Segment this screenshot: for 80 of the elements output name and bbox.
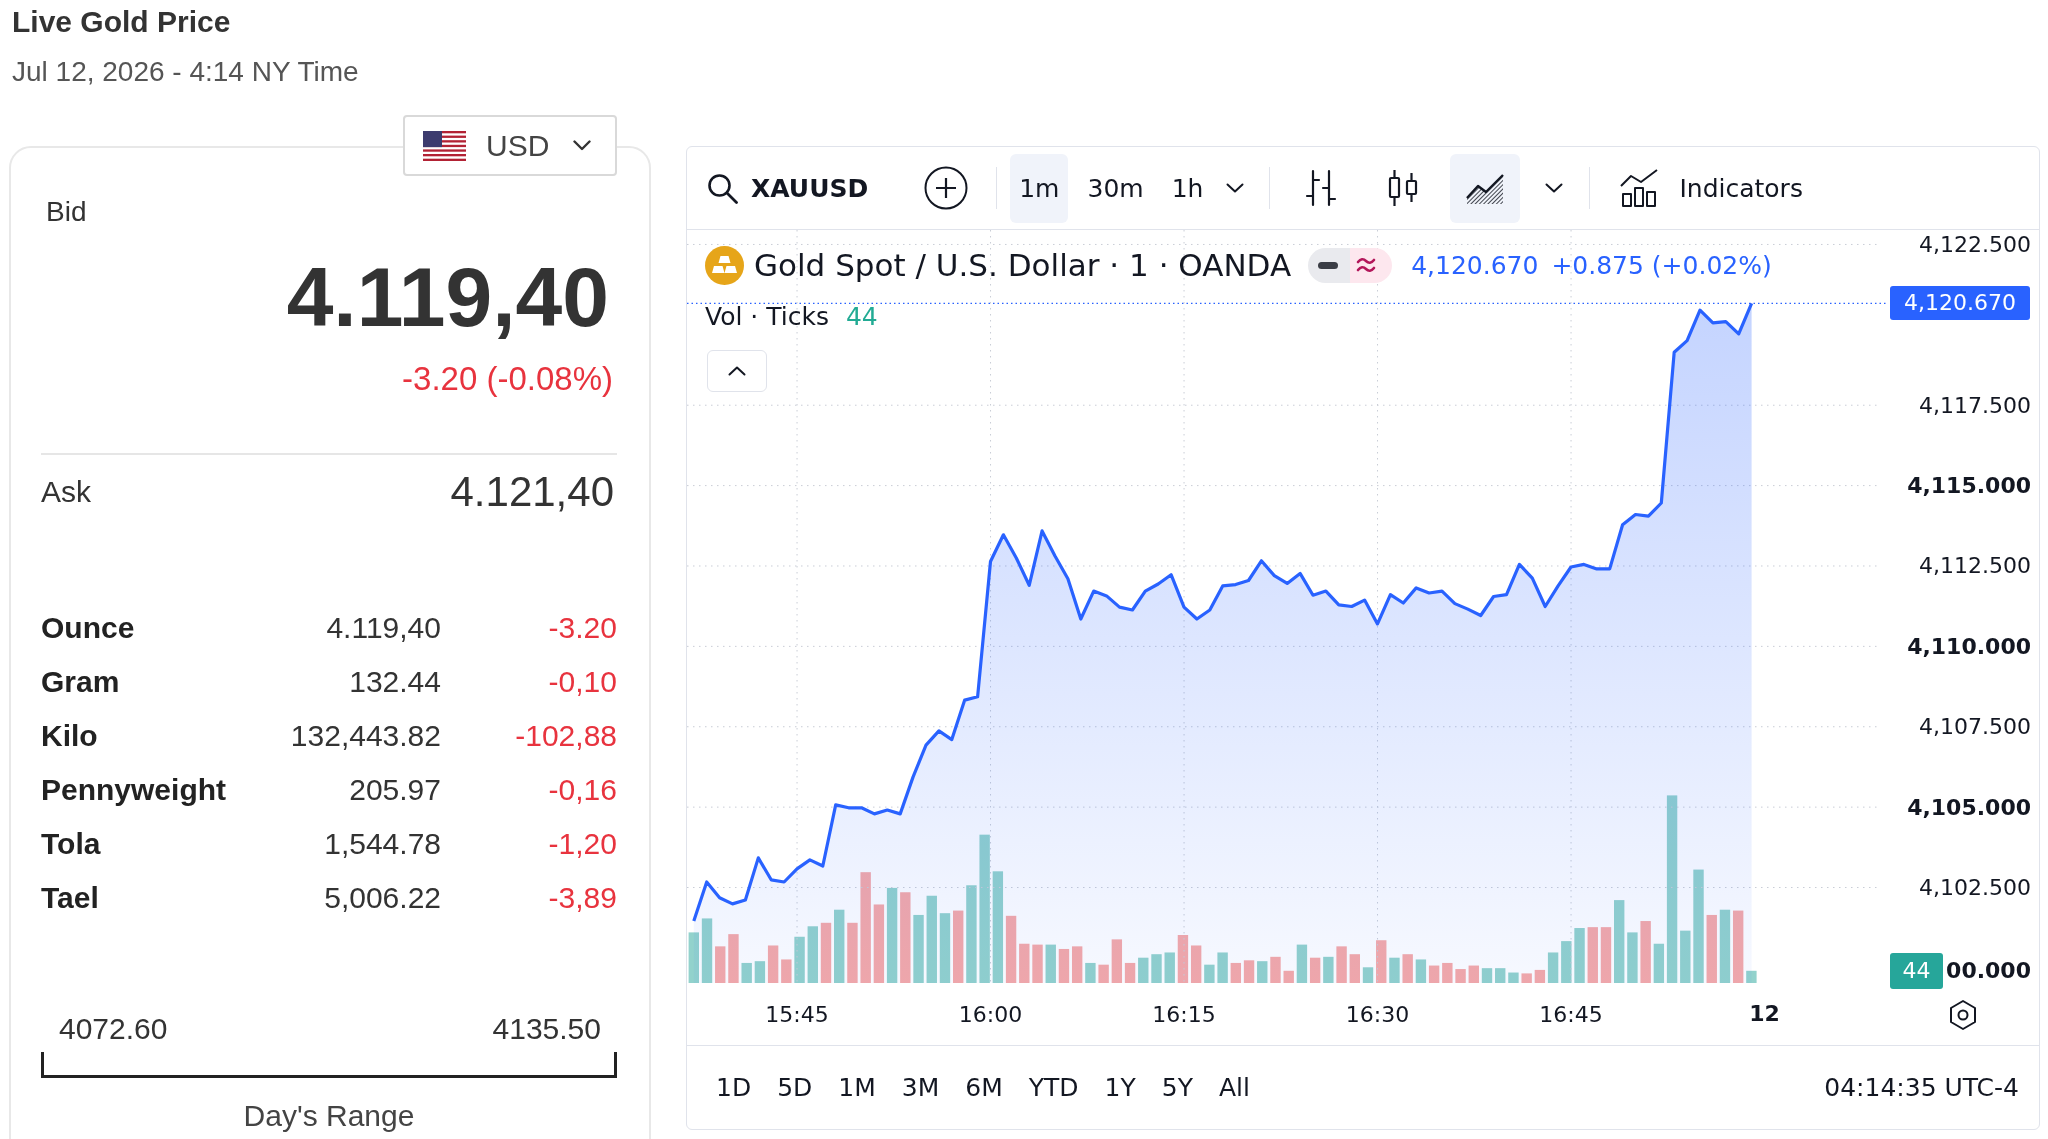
caret-down-icon[interactable] [1545, 183, 1564, 193]
unit-change: -3,89 [548, 881, 617, 914]
unit-price: 205.97 [349, 773, 441, 806]
range-button[interactable]: 3M [888, 1062, 953, 1113]
time-axis-label: 16:15 [1152, 1001, 1216, 1027]
approx-icon [1350, 248, 1393, 283]
legend-change: +0.875 (+0.02%) [1551, 251, 1772, 280]
ask-price: 4.121,40 [450, 467, 615, 517]
price-axis-label: 4,102.500 [1919, 875, 2031, 900]
unit-change: -0,10 [548, 665, 617, 698]
price-axis-label: 4,107.500 [1919, 714, 2031, 740]
indicators-button[interactable]: Indicators [1613, 163, 1809, 213]
timestamp: Jul 12, 2026 - 4:14 NY Time [12, 55, 359, 89]
unit-name: Tael [41, 881, 99, 914]
page-title: Live Gold Price [12, 5, 231, 39]
ask-label: Ask [41, 474, 91, 510]
price-axis-label: 4,110.000 [1907, 633, 2031, 659]
bid-price: 4.119,40 [286, 250, 609, 344]
range-button[interactable]: 1Y [1091, 1062, 1149, 1113]
volume-value-label: 44 [1890, 952, 1943, 989]
chevron-down-icon [573, 140, 591, 151]
interval-tab[interactable]: 1h [1162, 153, 1213, 223]
unit-change: -3.20 [548, 611, 617, 644]
price-axis-label: 4,112.500 [1919, 553, 2031, 579]
caret-down-icon[interactable] [1226, 183, 1245, 193]
unit-price: 5,006.22 [324, 881, 441, 914]
settings-icon[interactable] [1950, 1000, 1976, 1030]
bid-label: Bid [45, 195, 87, 229]
range-button[interactable]: 6M [952, 1062, 1016, 1113]
time-axis-label: 15:45 [765, 1001, 829, 1027]
time-axis-day-label: 12 [1749, 1000, 1780, 1028]
volume-legend-label: Vol · Ticks [705, 302, 829, 332]
time-axis-label: 16:00 [958, 1001, 1023, 1027]
legend-price: 4,120.670 [1411, 251, 1539, 280]
currency-dropdown[interactable]: USD [403, 115, 617, 176]
range-low: 4072.60 [59, 1011, 168, 1047]
price-axis-label: 00.000 [1946, 958, 2031, 984]
range-button[interactable]: YTD [1015, 1062, 1092, 1113]
volume-legend-value: 44 [845, 302, 878, 332]
price-axis-label: 4,122.500 [1919, 231, 2031, 257]
unit-price: 132.44 [349, 665, 441, 698]
unit-name: Tola [41, 827, 101, 860]
unit-price: 4.119,40 [326, 611, 441, 644]
clock-text: 04:14:35 UTC-4 [1824, 1073, 2019, 1102]
range-label: Day's Range [243, 1099, 415, 1132]
area-chart-icon [1465, 171, 1506, 205]
unit-change: -102,88 [515, 719, 617, 752]
symbol-search-button[interactable]: XAUUSD [701, 163, 875, 213]
range-button[interactable]: 1D [703, 1062, 765, 1113]
search-icon [707, 172, 738, 204]
price-axis-label: 4,117.500 [1919, 392, 2031, 418]
coin-icon [705, 246, 744, 285]
range-button[interactable]: 1M [825, 1062, 889, 1113]
symbol-title: Gold Spot / U.S. Dollar · 1 · OANDA [754, 246, 1292, 285]
minus-icon [1308, 248, 1351, 283]
interval-tab[interactable]: 1m [1010, 153, 1069, 223]
range-button[interactable]: 5Y [1148, 1062, 1206, 1113]
unit-name: Ounce [41, 611, 135, 644]
time-axis-label: 16:30 [1345, 1001, 1410, 1027]
time-axis-label: 16:45 [1539, 1001, 1603, 1027]
interval-tab[interactable]: 30m [1078, 153, 1153, 223]
price-axis-label: 4,105.000 [1907, 794, 2031, 820]
last-price-label: 4,120.670 [1890, 286, 2030, 321]
unit-name: Kilo [41, 719, 98, 752]
unit-change: -0,16 [548, 773, 617, 806]
plus-circle-icon[interactable] [924, 166, 969, 210]
range-button[interactable]: All [1205, 1062, 1263, 1113]
unit-name: Pennyweight [41, 773, 227, 806]
unit-price: 1,544.78 [324, 827, 441, 860]
caret-up-icon [728, 366, 746, 376]
flag-icon [423, 130, 466, 161]
price-axis-label: 4,115.000 [1907, 473, 2031, 499]
unit-price: 132,443.82 [290, 719, 441, 752]
unit-name: Gram [41, 665, 120, 698]
chart-type-button[interactable] [1450, 153, 1521, 223]
ohlc-bars-icon [1304, 168, 1339, 208]
unit-change: -1,20 [548, 827, 617, 860]
range-button[interactable]: 5D [764, 1062, 826, 1113]
range-high: 4135.50 [492, 1011, 601, 1047]
bid-change: -3.20 (-0.08%) [402, 360, 613, 397]
